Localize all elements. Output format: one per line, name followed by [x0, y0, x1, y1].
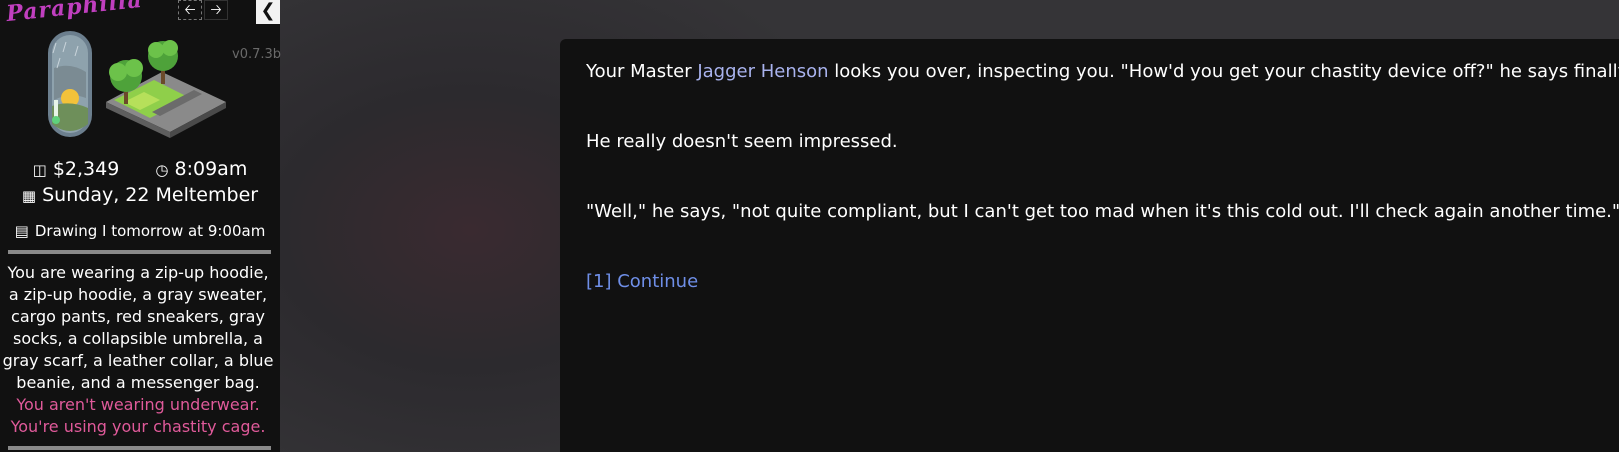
- version-label: v0.7.3b: [232, 47, 282, 62]
- date-row: ▦ Sunday, 22 Meltember: [0, 184, 280, 206]
- arrow-right-icon: 🡢: [210, 2, 222, 18]
- game-logo: Paraphilia: [5, 0, 144, 28]
- date-value: Sunday, 22 Meltember: [42, 184, 259, 206]
- money-time-row: ◫ $2,349 ◷ 8:09am: [0, 158, 280, 180]
- story-paragraph: He really doesn't seem impressed.: [586, 131, 898, 152]
- story-paragraph: Your Master Jagger Henson looks you over…: [586, 61, 1619, 82]
- story-panel: Your Master Jagger Henson looks you over…: [560, 39, 1619, 452]
- calendar-icon: ▦: [21, 187, 37, 205]
- time-value: 8:09am: [174, 158, 248, 180]
- continue-link[interactable]: [1] Continue: [586, 271, 698, 292]
- clothing-warning: You aren't wearing underwear. You're usi…: [10, 395, 266, 436]
- character-link-jagger-henson[interactable]: Jagger Henson: [697, 61, 828, 82]
- arrow-left-icon: 🡠: [184, 2, 196, 18]
- schedule-text: Drawing I tomorrow at 9:00am: [34, 222, 266, 240]
- clothing-description: You are wearing a zip-up hoodie, a zip-u…: [2, 262, 274, 438]
- paragraph-text: Your Master: [586, 61, 698, 82]
- chevron-left-icon: ❮: [260, 0, 276, 21]
- back-button[interactable]: 🡠: [178, 0, 202, 20]
- school-icon: ▤: [14, 222, 29, 240]
- paragraph-text: looks you over, inspecting you. "How'd y…: [828, 61, 1619, 82]
- clothing-text: You are wearing a zip-up hoodie, a zip-u…: [2, 263, 274, 392]
- schedule-row: ▤ Drawing I tomorrow at 9:00am: [0, 222, 280, 240]
- thermometer-icon: [48, 31, 92, 137]
- sidebar: Paraphilia 🡠 🡢 ❮ v0.7.3b ◫ $2,349 ◷ 8:09…: [0, 0, 282, 452]
- weather-scene-image: [48, 31, 226, 138]
- forward-button[interactable]: 🡢: [204, 0, 228, 20]
- story-paragraph: "Well," he says, "not quite compliant, b…: [586, 201, 1619, 222]
- divider: [8, 446, 271, 450]
- money-value: $2,349: [52, 158, 120, 180]
- collapse-sidebar-button[interactable]: ❮: [256, 0, 280, 24]
- clock-icon: ◷: [155, 161, 169, 179]
- divider: [8, 250, 271, 254]
- money-icon: ◫: [32, 161, 47, 179]
